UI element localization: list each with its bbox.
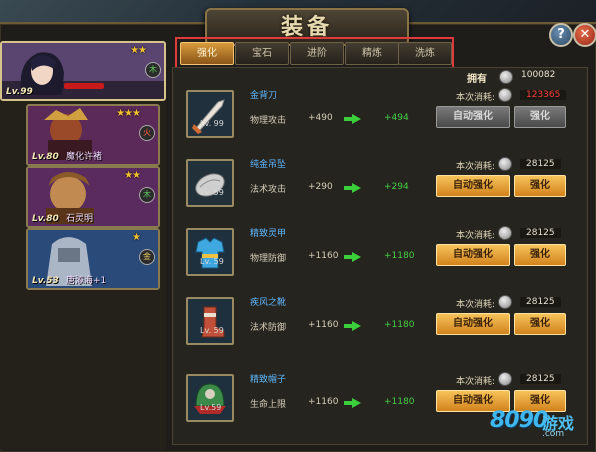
tab-bar: 强化 宝石 进阶 精炼 洗炼 — [175, 37, 454, 69]
cost-label: 本次消耗: — [456, 377, 496, 387]
watermark-digits: 8090 — [490, 408, 548, 433]
hero-level: Lv.80 — [32, 214, 59, 224]
cost-label: 本次消耗: — [456, 300, 496, 310]
element-badge-icon: 木 — [145, 62, 161, 78]
element-badge-icon: 火 — [139, 125, 155, 141]
cost-label: 本次消耗: — [456, 162, 496, 172]
hero-stars: ★★★ — [116, 108, 141, 119]
help-button[interactable]: ? — [549, 23, 573, 47]
close-button[interactable]: ✕ — [573, 23, 596, 47]
arrow-right-icon — [344, 398, 361, 408]
silver-coin-icon — [498, 295, 512, 309]
stat-next: +1180 — [384, 397, 415, 407]
hero-level: Lv.99 — [6, 87, 33, 97]
tab-refine[interactable]: 精炼 — [345, 42, 399, 65]
stat-next: +1180 — [384, 320, 415, 330]
hero-name: 魔化许褚 — [66, 152, 103, 162]
auto-enhance-button[interactable]: 自动强化 — [436, 106, 510, 128]
item-level: Lv. 59 — [200, 326, 224, 335]
hero-card[interactable]: Lv.53 唐添海+1 ★ 金 — [26, 228, 160, 290]
silver-coin-icon — [498, 157, 512, 171]
owned-label: 拥有 — [467, 74, 487, 85]
cost-value: 28125 — [520, 228, 561, 238]
stat-current: +1160 — [308, 251, 339, 261]
enhance-button[interactable]: 强化 — [514, 313, 566, 335]
owned-value: 100082 — [521, 70, 556, 80]
cost-label: 本次消耗: — [456, 231, 496, 241]
hero-level: Lv.53 — [32, 276, 59, 286]
hero-name: 唐添海+1 — [66, 276, 107, 286]
stat-name: 法术攻击 — [250, 185, 287, 195]
item-level: Lv. 59 — [200, 257, 224, 266]
cost-value: 28125 — [520, 297, 561, 307]
hero-card[interactable]: Lv.80 石灵明 ★★ 木 — [26, 166, 160, 228]
auto-enhance-button[interactable]: 自动强化 — [436, 313, 510, 335]
stat-current: +1160 — [308, 397, 339, 407]
auto-enhance-button[interactable]: 自动强化 — [436, 175, 510, 197]
arrow-right-icon — [344, 321, 361, 331]
stat-current: +1160 — [308, 320, 339, 330]
pendant-icon — [186, 159, 234, 207]
auto-enhance-button[interactable]: 自动强化 — [436, 244, 510, 266]
item-name[interactable]: 纯金吊坠 — [250, 157, 286, 170]
equipment-row: Lv. 59 精致灵甲 物理防御 +1160 +1180 本次消耗: 28125… — [180, 222, 580, 286]
item-name[interactable]: 疾风之靴 — [250, 295, 286, 308]
item-name[interactable]: 精致灵甲 — [250, 226, 286, 239]
silver-coin-icon — [499, 70, 513, 84]
equipment-row: Lv. 59 纯金吊坠 法术攻击 +290 +294 本次消耗: 28125 自… — [180, 153, 580, 217]
cost-value: 28125 — [520, 374, 561, 384]
item-name[interactable]: 金背刀 — [250, 88, 277, 101]
element-badge-icon: 木 — [139, 187, 155, 203]
stat-name: 物理攻击 — [250, 116, 287, 126]
equipment-row: Lv. 99 金背刀 物理攻击 +490 +494 本次消耗: 123365 自… — [180, 84, 580, 148]
stat-next: +494 — [384, 113, 409, 123]
hero-stars: ★ — [132, 232, 141, 243]
item-name[interactable]: 精致帽子 — [250, 372, 286, 385]
site-watermark: 8090 游戏 .com — [490, 398, 590, 444]
stat-current: +490 — [308, 113, 333, 123]
hero-card-selected[interactable]: Lv.99 ★★ 木 — [0, 41, 166, 101]
stat-name: 法术防御 — [250, 323, 287, 333]
silver-coin-icon — [498, 88, 512, 102]
tab-advance[interactable]: 进阶 — [290, 42, 344, 65]
helmet-icon — [186, 374, 234, 422]
arrow-right-icon — [344, 183, 361, 193]
silver-coin-icon — [498, 226, 512, 240]
hero-card[interactable]: Lv.80 魔化许褚 ★★★ 火 — [26, 104, 160, 166]
stat-name: 物理防御 — [250, 254, 287, 264]
stat-next: +1180 — [384, 251, 415, 261]
enhance-button[interactable]: 强化 — [514, 175, 566, 197]
arrow-right-icon — [344, 252, 361, 262]
tab-enhance[interactable]: 强化 — [180, 42, 234, 65]
hero-level: Lv.80 — [32, 152, 59, 162]
armor-icon — [186, 228, 234, 276]
equipment-row: Lv. 59 疾风之靴 法术防御 +1160 +1180 本次消耗: 28125… — [180, 291, 580, 355]
hero-name: 石灵明 — [66, 214, 94, 224]
enhance-button[interactable]: 强化 — [514, 106, 566, 128]
watermark-url: .com — [542, 429, 565, 439]
cost-label: 本次消耗: — [456, 93, 496, 103]
element-badge-icon: 金 — [139, 249, 155, 265]
item-level: Lv. 99 — [200, 119, 224, 128]
item-level: Lv.59 — [200, 403, 222, 412]
hero-stars: ★★ — [130, 45, 147, 56]
silver-coin-icon — [498, 372, 512, 386]
enhance-button[interactable]: 强化 — [514, 244, 566, 266]
tab-reforge[interactable]: 洗炼 — [398, 42, 452, 65]
cost-value: 123365 — [520, 90, 567, 100]
stat-current: +290 — [308, 182, 333, 192]
cost-value: 28125 — [520, 159, 561, 169]
stat-name: 生命上限 — [250, 400, 287, 410]
sword-icon — [186, 90, 234, 138]
item-level: Lv. 59 — [200, 188, 224, 197]
tab-gem[interactable]: 宝石 — [235, 42, 289, 65]
hero-stars: ★★ — [124, 170, 141, 181]
stat-next: +294 — [384, 182, 409, 192]
boots-icon — [186, 297, 234, 345]
arrow-right-icon — [344, 114, 361, 124]
